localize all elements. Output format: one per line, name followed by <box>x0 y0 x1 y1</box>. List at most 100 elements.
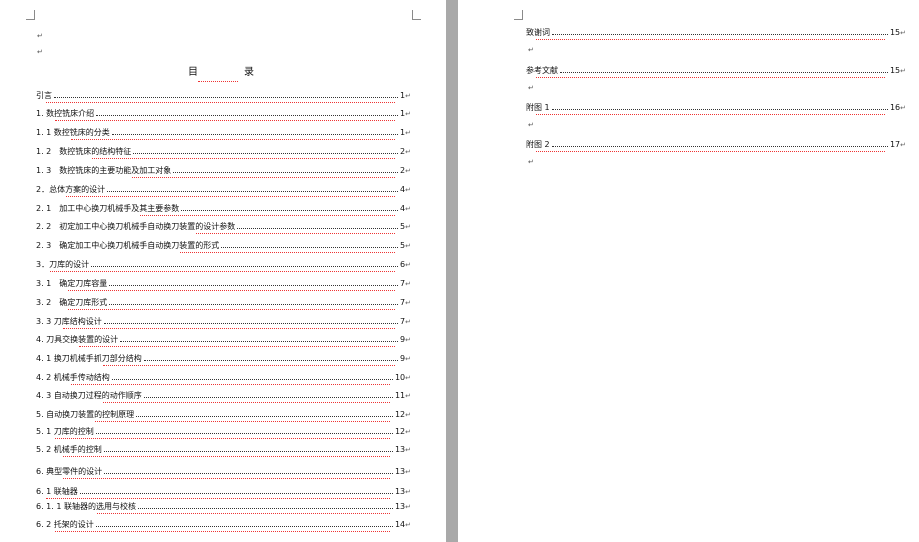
toc-entry-label: 3．刀库的设计 <box>36 259 91 271</box>
toc-entry-label: 4. 1 换刀机械手抓刀部分结构 <box>36 353 143 365</box>
toc-entry-page: 6↵ <box>399 259 411 271</box>
toc-entry-page: 7↵ <box>399 278 411 290</box>
paragraph-mark: ↵ <box>405 92 411 100</box>
toc-entry[interactable]: 5. 自动换刀装置的控制原理 12↵ <box>36 409 411 422</box>
toc-entry-label: 6. 1 联轴器 <box>36 486 79 498</box>
toc-leader-dots <box>91 266 398 267</box>
toc-entry[interactable]: 3. 3 刀库结构设计 7↵ <box>36 316 411 329</box>
toc-entry[interactable]: 4. 1 换刀机械手抓刀部分结构 9↵ <box>36 353 411 366</box>
toc-entry[interactable]: 5. 2 机械手的控制 13↵ <box>36 444 411 457</box>
spellcheck-underline <box>103 400 390 403</box>
toc-entry-label: 2．总体方案的设计 <box>36 184 107 196</box>
toc-entry-label: 4. 3 自动换刀过程的动作顺序 <box>36 390 143 402</box>
paragraph-mark: ↵ <box>405 428 411 436</box>
toc-entry-page: 1↵ <box>399 90 411 102</box>
paragraph-mark: ↵ <box>405 186 411 194</box>
toc-entry[interactable]: 3. 2 确定刀库形式 7↵ <box>36 297 411 310</box>
toc-entry[interactable]: 4. 刀具交换装置的设计 9↵ <box>36 334 411 347</box>
toc-entry[interactable]: 3. 1 确定刀库容量 7↵ <box>36 278 411 291</box>
spellcheck-underline <box>66 194 395 197</box>
toc-entry-page: 5↵ <box>399 240 411 252</box>
toc-entry-label: 3. 3 刀库结构设计 <box>36 316 103 328</box>
toc-leader-dots <box>96 526 393 527</box>
toc-entry[interactable]: 6. 1 联轴器 13↵ <box>36 486 411 499</box>
toc-entry[interactable]: 1. 2 数控铣床的结构特征 2↵ <box>36 146 411 159</box>
toc-entry-label: 6. 典型零件的设计 <box>36 466 104 478</box>
toc-entry-page: 1↵ <box>399 127 411 139</box>
toc-entry-page: 1↵ <box>399 108 411 120</box>
toc-entry[interactable]: 附图 2 17↵ <box>526 139 906 152</box>
toc-entry[interactable]: 6. 1. 1 联轴器的选用与校核 13↵ <box>36 501 411 514</box>
spellcheck-underline <box>50 269 395 272</box>
toc-title-left: 目 <box>188 67 198 78</box>
toc-entry[interactable]: 2. 2 初定加工中心换刀机械手自动换刀装置的设计参数 5↵ <box>36 221 411 234</box>
document-page-left: ↵ ↵ 目录 引言 1↵ 1. 数控铣床介绍 1↵ 1. 1 数控铣床的分类 1↵ 1. 2… <box>0 0 446 542</box>
toc-entry[interactable]: 参考文献 15↵ <box>526 65 906 78</box>
toc-entry-page: 2↵ <box>399 165 411 177</box>
toc-entry-page: 5↵ <box>399 221 411 233</box>
spellcheck-underline <box>55 118 395 121</box>
toc-leader-dots <box>221 247 398 248</box>
spellcheck-underline <box>55 529 390 532</box>
toc-title[interactable]: 目录 <box>188 66 254 82</box>
toc-entry[interactable]: 引言 1↵ <box>36 90 411 103</box>
spellcheck-underline <box>97 511 390 514</box>
margin-corner-mark <box>412 10 421 20</box>
paragraph-mark: ↵ <box>528 46 534 54</box>
paragraph-mark: ↵ <box>37 48 43 56</box>
toc-entry[interactable]: 2. 3 确定加工中心换刀机械手自动换刀装置的形式 5↵ <box>36 240 411 253</box>
toc-leader-dots <box>144 397 393 398</box>
page-gap <box>446 0 458 542</box>
spellcheck-underline <box>46 496 390 499</box>
toc-entry[interactable]: 4. 2 机械手传动结构 10↵ <box>36 372 411 385</box>
spellcheck-underline <box>95 419 390 422</box>
paragraph-mark: ↵ <box>405 280 411 288</box>
spellcheck-underline <box>55 436 390 439</box>
paragraph-mark: ↵ <box>405 299 411 307</box>
spellcheck-underline <box>536 149 885 152</box>
toc-entry-label: 致谢词 <box>526 27 551 39</box>
toc-entry-page: 17↵ <box>888 139 906 151</box>
toc-entry-page: 7↵ <box>399 316 411 328</box>
spellcheck-underline <box>198 78 238 82</box>
spellcheck-underline <box>92 156 395 159</box>
toc-entry[interactable]: 1. 3 数控铣床的主要功能及加工对象 2↵ <box>36 165 411 178</box>
toc-entry-label: 6. 2 托架的设计 <box>36 519 95 531</box>
spellcheck-underline <box>103 363 395 366</box>
spellcheck-underline <box>536 112 885 115</box>
toc-entry[interactable]: 1. 1 数控铣床的分类 1↵ <box>36 127 411 140</box>
paragraph-mark: ↵ <box>900 29 906 37</box>
paragraph-mark: ↵ <box>405 446 411 454</box>
toc-entry[interactable]: 致谢词 15↵ <box>526 27 906 40</box>
toc-entry-label: 参考文献 <box>526 65 559 77</box>
spellcheck-underline <box>68 307 395 310</box>
toc-entry-label: 6. 1. 1 联轴器的选用与校核 <box>36 501 137 513</box>
toc-leader-dots <box>96 433 393 434</box>
toc-leader-dots <box>112 379 393 380</box>
spellcheck-underline <box>68 288 395 291</box>
paragraph-mark: ↵ <box>528 84 534 92</box>
toc-leader-dots <box>144 360 398 361</box>
toc-entry-label: 引言 <box>36 90 53 102</box>
spellcheck-underline <box>63 476 390 479</box>
toc-entry[interactable]: 5. 1 刀库的控制 12↵ <box>36 426 411 439</box>
toc-entry[interactable]: 2. 1 加工中心换刀机械手及其主要参数 4↵ <box>36 203 411 216</box>
spellcheck-underline <box>63 454 390 457</box>
toc-entry-label: 1. 数控铣床介绍 <box>36 108 96 120</box>
spellcheck-underline <box>536 37 885 40</box>
toc-entry[interactable]: 附图 1 16↵ <box>526 102 906 115</box>
paragraph-mark: ↵ <box>405 336 411 344</box>
toc-entry[interactable]: 4. 3 自动换刀过程的动作顺序 11↵ <box>36 390 411 403</box>
toc-entry[interactable]: 3．刀库的设计 6↵ <box>36 259 411 272</box>
toc-entry[interactable]: 1. 数控铣床介绍 1↵ <box>36 108 411 121</box>
margin-corner-mark <box>26 10 35 20</box>
toc-leader-dots <box>80 493 393 494</box>
paragraph-mark: ↵ <box>405 411 411 419</box>
toc-entry[interactable]: 6. 2 托架的设计 14↵ <box>36 519 411 532</box>
toc-entry-page: 13↵ <box>393 466 411 478</box>
paragraph-mark: ↵ <box>528 158 534 166</box>
toc-entry[interactable]: 6. 典型零件的设计 13↵ <box>36 466 411 479</box>
toc-entry-page: 13↵ <box>393 501 411 513</box>
toc-entry[interactable]: 2．总体方案的设计 4↵ <box>36 184 411 197</box>
toc-entry-label: 5. 1 刀库的控制 <box>36 426 95 438</box>
